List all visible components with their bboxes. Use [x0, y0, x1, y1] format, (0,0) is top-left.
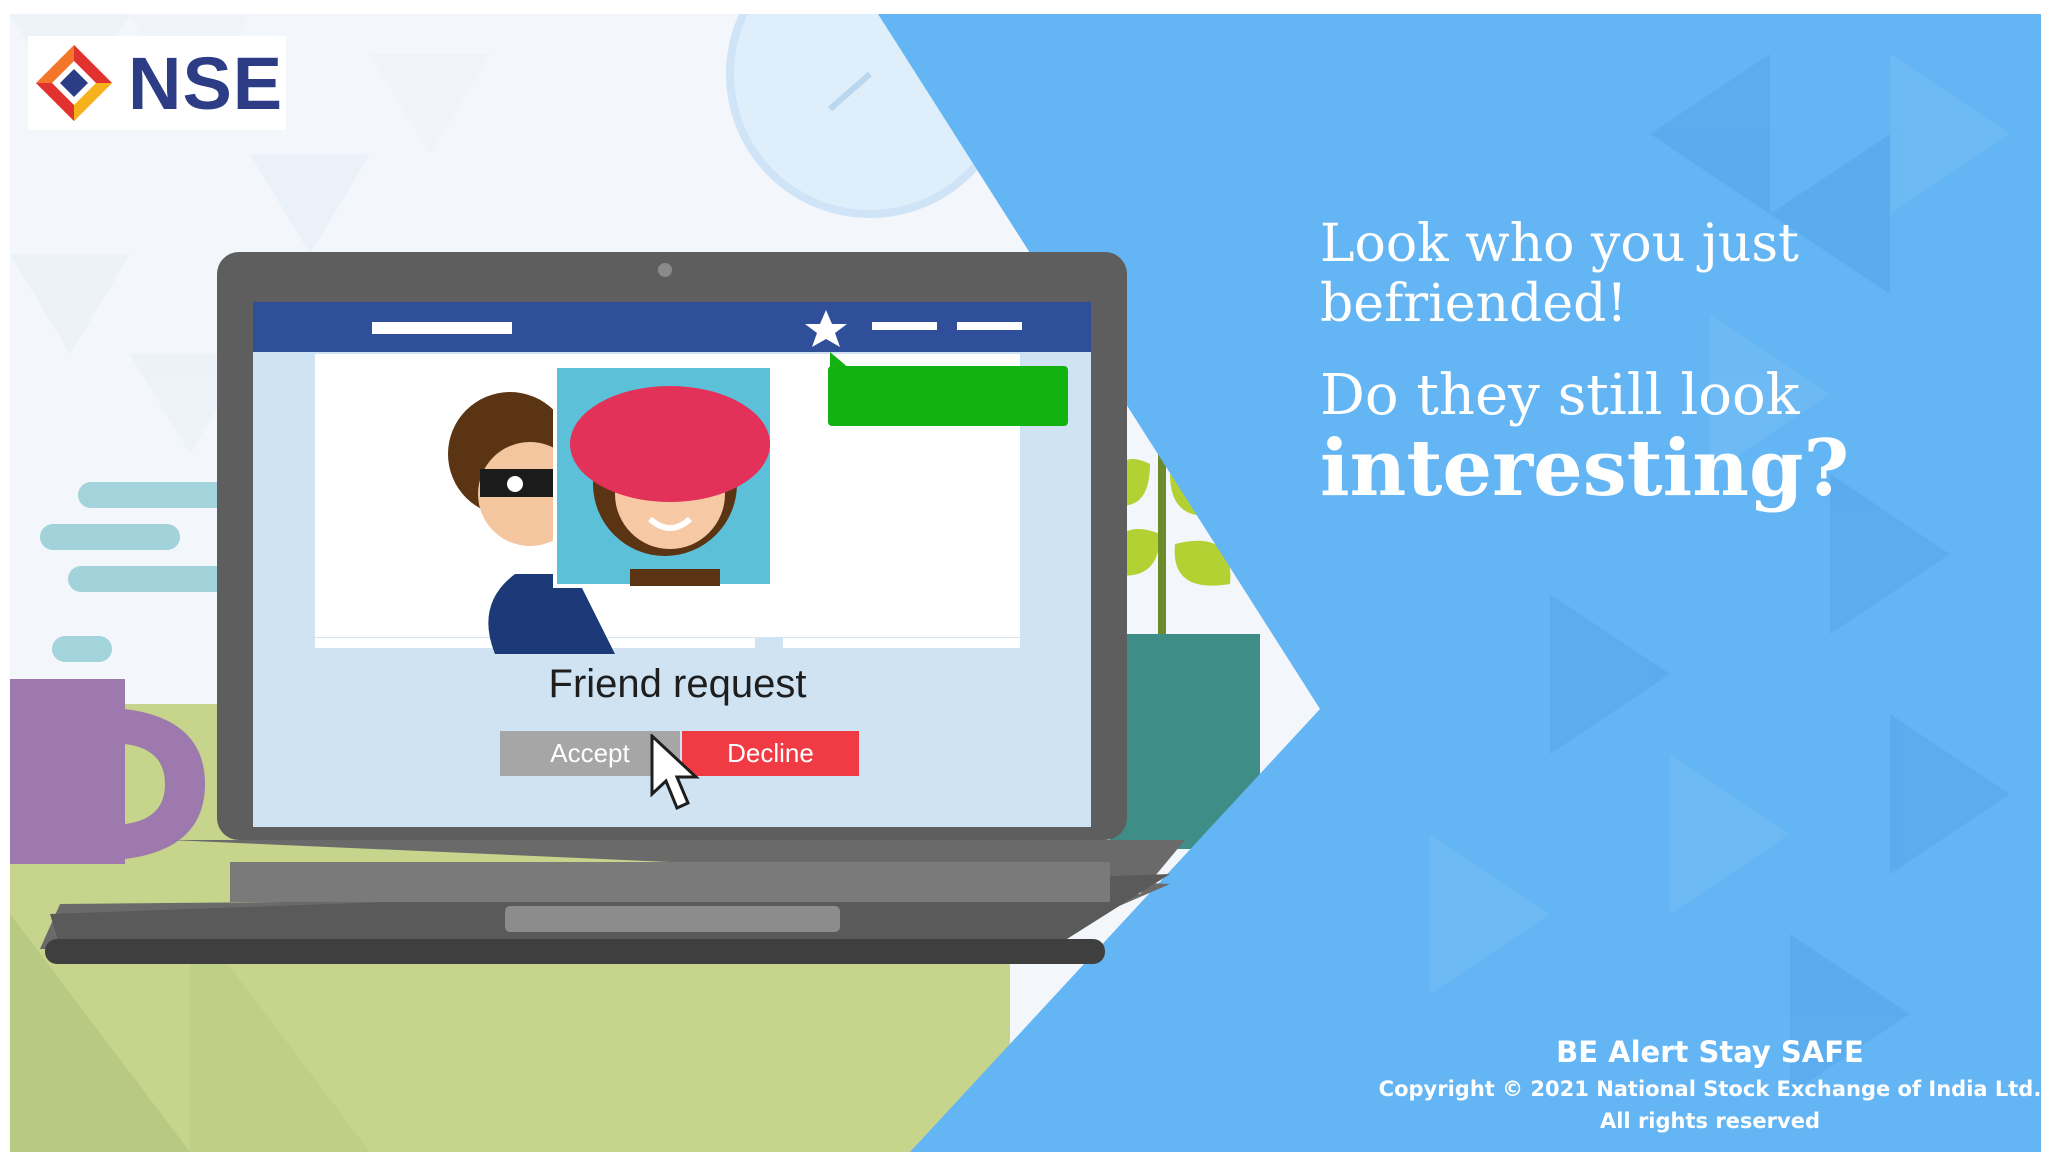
- nse-logo: NSE: [28, 36, 286, 130]
- nse-logo-icon: [36, 45, 112, 121]
- friend-request-label: Friend request: [548, 662, 807, 706]
- decline-button[interactable]: Decline: [682, 731, 859, 776]
- footer-tagline: BE Alert Stay SAFE: [1556, 1035, 1864, 1069]
- illustration: [10, 14, 2041, 1152]
- slide: NSE Look who you just befriended! Do the…: [10, 14, 2041, 1152]
- headline-line3: interesting?: [1320, 423, 1850, 514]
- footer: BE Alert Stay SAFE Copyright © 2021 Nati…: [1370, 1032, 2041, 1136]
- nse-logo-text: NSE: [128, 41, 284, 125]
- notification-popup: [828, 366, 1068, 426]
- headline-line2: Do they still look: [1320, 363, 1800, 428]
- mouse-cursor-icon: [650, 734, 700, 811]
- footer-copyright: Copyright © 2021 National Stock Exchange…: [1378, 1077, 2041, 1101]
- footer-rights: All rights reserved: [1599, 1109, 1820, 1133]
- headline-line1: Look who you just befriended!: [1320, 214, 1799, 334]
